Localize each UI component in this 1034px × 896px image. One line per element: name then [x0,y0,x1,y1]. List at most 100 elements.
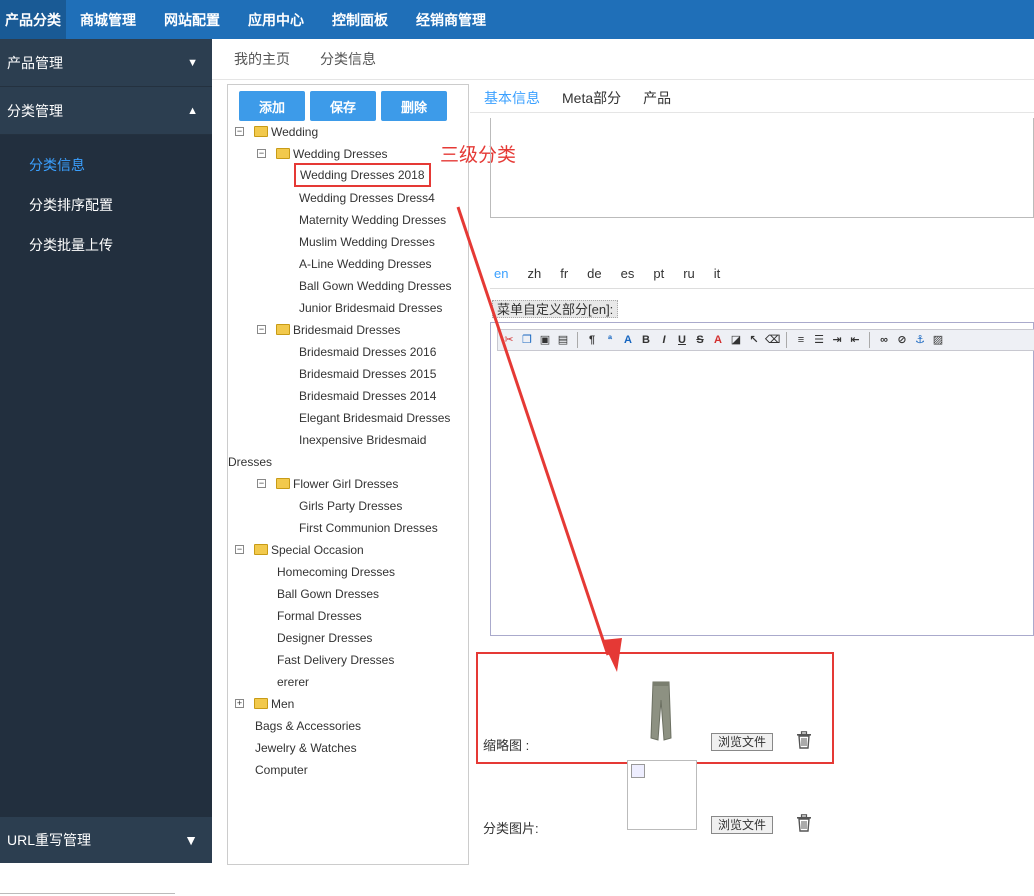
top-tab-mall[interactable]: 商城管理 [66,0,150,39]
tab-products[interactable]: 产品 [643,88,671,108]
tree-node-leaf[interactable]: A-Line Wedding Dresses [299,255,432,273]
copy-icon[interactable]: ❐ [520,333,534,347]
tab-meta[interactable]: Meta部分 [562,88,621,108]
tree-node-leaf-wrap[interactable]: Dresses [228,453,272,471]
tree-node-selected[interactable]: Wedding Dresses 2018 [294,163,431,187]
outdent-icon[interactable]: ⇤ [848,333,862,347]
sidebar-group-label: 分类管理 [7,102,63,119]
sidebar-group-url-rewrite[interactable]: URL重写管理 ▼ [0,817,212,863]
list-icon[interactable]: ☰ [812,333,826,347]
tree-node-leaf[interactable]: First Communion Dresses [299,519,438,537]
expand-icon[interactable]: + [235,699,244,708]
indent-icon[interactable]: ⇥ [830,333,844,347]
tree-node-men[interactable]: Men [254,695,294,713]
tree-node-root[interactable]: Jewelry & Watches [255,739,357,757]
main-panel: 基本信息 Meta部分 产品 en zh fr de es pt ru it 菜… [470,80,1034,896]
tree-node-leaf[interactable]: Bridesmaid Dresses 2014 [299,387,436,405]
tree-node-leaf[interactable]: Ball Gown Wedding Dresses [299,277,452,295]
underline-icon[interactable]: U [675,333,689,347]
tree-node-wedding[interactable]: Wedding [254,123,318,141]
editor-toolbar: ✂ ❐ ▣ ▤ ¶ ª A B I U S A ◪ ↖ ⌫ ≡ ☰ ⇥ ⇤ ∞ … [497,329,1034,351]
unlink-icon[interactable]: ⊘ [895,333,909,347]
tree-node-leaf[interactable]: Fast Delivery Dresses [277,651,394,669]
lang-tab-fr[interactable]: fr [560,266,568,281]
thumbnail-image [650,681,672,741]
tree-node-leaf[interactable]: Elegant Bridesmaid Dresses [299,409,450,427]
strikethrough-icon[interactable]: S [693,333,707,347]
tree-node-flower-girl[interactable]: Flower Girl Dresses [276,475,398,493]
sidebar-group-product[interactable]: 产品管理 ▼ [0,39,212,87]
folder-icon [254,126,268,138]
lang-tab-en[interactable]: en [494,266,508,281]
tab-basic-info[interactable]: 基本信息 [484,88,540,108]
breadcrumb-home[interactable]: 我的主页 [234,49,290,69]
highlight-icon[interactable]: ◪ [729,333,743,347]
tree-node-leaf[interactable]: Bridesmaid Dresses 2015 [299,365,436,383]
lang-tab-ru[interactable]: ru [683,266,695,281]
caret-down-icon: ▼ [184,832,198,848]
tree-node-leaf[interactable]: Bridesmaid Dresses 2016 [299,343,436,361]
lang-tab-de[interactable]: de [587,266,601,281]
sidebar-item-category-sort[interactable]: 分类排序配置 [0,185,212,225]
lang-tab-it[interactable]: it [714,266,721,281]
collapse-icon[interactable]: − [235,545,244,554]
tree-node-leaf[interactable]: Wedding Dresses Dress4 [299,189,435,207]
bold-icon[interactable]: B [639,333,653,347]
lang-tab-zh[interactable]: zh [527,266,541,281]
sidebar-item-category-info[interactable]: 分类信息 [0,145,212,185]
format-icon[interactable]: ¶ [585,333,599,347]
spellcheck-icon[interactable]: ª [603,333,617,347]
tree-node-special-occasion[interactable]: Special Occasion [254,541,364,559]
top-tab-app-center[interactable]: 应用中心 [234,0,318,39]
collapse-icon[interactable]: − [235,127,244,136]
top-tab-dealer[interactable]: 经销商管理 [402,0,500,39]
paste-text-icon[interactable]: ▤ [556,333,570,347]
collapse-icon[interactable]: − [257,149,266,158]
tree-node-leaf[interactable]: Designer Dresses [277,629,372,647]
cut-icon[interactable]: ✂ [502,333,516,347]
tree-node-root[interactable]: Bags & Accessories [255,717,361,735]
image-icon[interactable]: ▨ [931,333,945,347]
rich-text-editor[interactable]: ✂ ❐ ▣ ▤ ¶ ª A B I U S A ◪ ↖ ⌫ ≡ ☰ ⇥ ⇤ ∞ … [490,322,1034,636]
tree-node-leaf[interactable]: Homecoming Dresses [277,563,395,581]
tree-node-leaf[interactable]: ererer [277,673,309,691]
font-icon[interactable]: A [621,333,635,347]
breadcrumb-category-info[interactable]: 分类信息 [320,49,376,69]
trash-icon[interactable] [796,731,812,749]
collapse-icon[interactable]: − [257,325,266,334]
tree-node-leaf[interactable]: Maternity Wedding Dresses [299,211,446,229]
tree-node-leaf[interactable]: Muslim Wedding Dresses [299,233,435,251]
lang-tab-es[interactable]: es [621,266,635,281]
tree-node-leaf[interactable]: Formal Dresses [277,607,362,625]
caret-up-icon: ▲ [187,104,198,117]
top-tab-product-category[interactable]: 产品分类 [0,0,66,39]
tree-node-leaf[interactable]: Inexpensive Bridesmaid [299,431,426,449]
eraser-icon[interactable]: ⌫ [765,333,781,347]
link-icon[interactable]: ∞ [877,333,891,347]
browse-thumbnail-button[interactable]: 浏览文件 [711,733,774,751]
tree-node-bridesmaid-dresses[interactable]: Bridesmaid Dresses [276,321,400,339]
sidebar-group-category[interactable]: 分类管理 ▲ [0,87,212,135]
toolbar-separator [577,332,578,348]
anchor-icon[interactable]: ⚓ [913,333,927,347]
paste-icon[interactable]: ▣ [538,333,552,347]
collapse-icon[interactable]: − [257,479,266,488]
align-icon[interactable]: ≡ [794,333,808,347]
tree-node-leaf[interactable]: Girls Party Dresses [299,497,402,515]
pointer-icon[interactable]: ↖ [747,333,761,347]
lang-tab-pt[interactable]: pt [653,266,664,281]
toolbar-separator [786,332,787,348]
caret-down-icon: ▼ [187,56,198,69]
tree-node-root[interactable]: Computer [255,761,308,779]
browse-category-image-button[interactable]: 浏览文件 [711,816,774,834]
trash-icon[interactable] [796,814,812,832]
font-color-icon[interactable]: A [711,333,725,347]
top-tab-control-panel[interactable]: 控制面板 [318,0,402,39]
sidebar-item-category-upload[interactable]: 分类批量上传 [0,225,212,265]
italic-icon[interactable]: I [657,333,671,347]
tree-node-leaf[interactable]: Ball Gown Dresses [277,585,379,603]
tree-node-wedding-dresses[interactable]: Wedding Dresses [276,145,388,163]
basic-info-box [490,118,1034,218]
top-tab-site-config[interactable]: 网站配置 [150,0,234,39]
tree-node-leaf[interactable]: Junior Bridesmaid Dresses [299,299,442,317]
